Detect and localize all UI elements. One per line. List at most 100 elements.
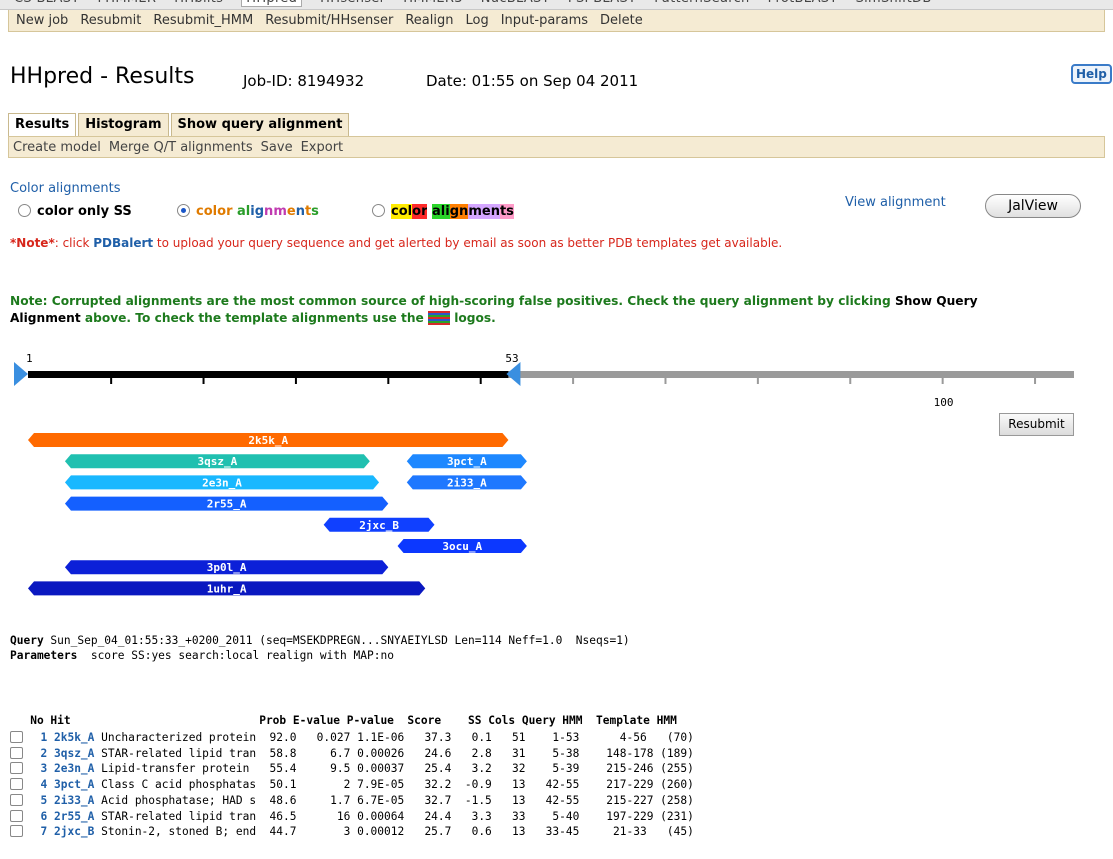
hit-details: Uncharacterized protein 92.0 0.027 1.1E-… — [94, 731, 694, 744]
color-alignments-radio[interactable] — [177, 204, 190, 217]
hit-map: 1 53 100 2k5k_A 3qsz_A 3pct_A 2e3n_A 2i33_A 2r55… — [0, 350, 1113, 634]
tab-show-query-alignment[interactable]: Show query alignment — [170, 113, 350, 136]
hit-bar[interactable]: 2r55_A — [64, 496, 389, 511]
ruler-100-label: 100 — [934, 396, 954, 409]
hit-bar-label: 1uhr_A — [207, 582, 247, 595]
table-row: 6 2r55_A STAR-related lipid tran 46.5 16… — [10, 809, 694, 824]
color-alignments-option[interactable]: color alignments — [177, 204, 319, 219]
hit-bar[interactable]: 1uhr_A — [28, 581, 426, 596]
action-create-model[interactable]: Create model — [13, 140, 101, 155]
hit-checkbox[interactable] — [10, 746, 23, 759]
hit-checkbox[interactable] — [10, 762, 23, 775]
action-merge-q-t-alignments[interactable]: Merge Q/T alignments — [109, 140, 253, 155]
template-logo-icon[interactable] — [428, 311, 451, 325]
tool-tab-hhpred[interactable]: HHpred — [241, 0, 303, 7]
hit-bar[interactable]: 2i33_A — [406, 475, 527, 490]
ruler-tick — [572, 378, 575, 384]
pdbalert-link[interactable]: PDBalert — [93, 236, 153, 250]
color-alignments-bg-text: color alignments — [391, 204, 514, 219]
ruler-start-label: 1 — [26, 352, 33, 365]
help-button[interactable]: Help — [1071, 64, 1112, 84]
hit-bar[interactable]: 3p0l_A — [64, 560, 389, 575]
menu-resubmit[interactable]: Resubmit — [80, 13, 141, 28]
parameters-line: Parameters score SS:yes search:local rea… — [10, 649, 394, 662]
hit-id-link[interactable]: 2i33_A — [54, 794, 94, 807]
resubmit-button[interactable]: Resubmit — [999, 413, 1074, 436]
hit-bar[interactable]: 3pct_A — [406, 454, 527, 469]
action-export[interactable]: Export — [301, 140, 344, 155]
hit-bar-label: 2jxc_B — [359, 519, 399, 532]
table-row: 1 2k5k_A Uncharacterized protein 92.0 0.… — [10, 730, 694, 745]
hit-checkbox[interactable] — [10, 778, 23, 791]
tool-tab-hmmer3[interactable]: HMMER3 — [403, 0, 463, 6]
ruler-tick — [202, 378, 205, 384]
jalview-button[interactable]: JalView — [985, 194, 1081, 218]
color-alignments-bg-radio[interactable] — [372, 204, 385, 217]
color-only-ss-option[interactable]: color only SS — [18, 204, 132, 219]
hit-bar-label: 2i33_A — [447, 476, 487, 489]
hit-bar[interactable]: 3qsz_A — [64, 454, 370, 469]
color-alignments-text: color alignments — [196, 204, 319, 219]
tool-tab-psi-blast[interactable]: PSI-BLAST — [568, 0, 636, 6]
menu-resubmit-hmm[interactable]: Resubmit_HMM — [153, 13, 253, 28]
ruler-tick — [664, 378, 667, 384]
hit-details: Acid phosphatase; HAD s 48.6 1.7 6.7E-05… — [94, 793, 694, 807]
tool-tab-simshiftdb[interactable]: SimShiftDB — [856, 0, 932, 6]
end-handle-icon[interactable] — [506, 362, 521, 386]
menu-input-params[interactable]: Input-params — [501, 13, 588, 28]
hit-id-link[interactable]: 2r55_A — [54, 810, 94, 823]
hit-id-link[interactable]: 2k5k_A — [54, 731, 94, 744]
tool-tab-nucblast[interactable]: NucBLAST — [481, 0, 550, 6]
table-row: 5 2i33_A Acid phosphatase; HAD s 48.6 1.… — [10, 793, 694, 808]
ruler-rest — [508, 371, 1074, 378]
hit-bar[interactable]: 2e3n_A — [64, 475, 380, 490]
tool-tab-hhsenser[interactable]: HHsenser — [320, 0, 385, 6]
tool-tab-fhmmer[interactable]: FHMMER — [98, 0, 157, 6]
tool-tab-protblast[interactable]: ProtBLAST — [768, 0, 838, 6]
hit-id-link[interactable]: 2jxc_B — [54, 825, 94, 838]
hit-checkbox[interactable] — [10, 731, 23, 743]
start-handle-icon[interactable] — [14, 362, 28, 386]
table-row: 7 2jxc_B Stonin-2, stoned B; end 44.7 3 … — [10, 824, 694, 839]
page-title: HHpred - Results — [10, 64, 195, 89]
hit-bar-label: 3p0l_A — [207, 561, 247, 574]
menu-resubmit-hhsenser[interactable]: Resubmit/HHsenser — [265, 13, 393, 28]
tool-tabs[interactable]: CS-BLAST FHMMER HHblits HHpred HHsenser HMMER… — [14, 0, 950, 7]
hit-id-link[interactable]: 2e3n_A — [54, 762, 94, 775]
hit-bar-label: 3ocu_A — [442, 540, 482, 553]
tab-results[interactable]: Results — [8, 113, 77, 136]
show-query-alignment-ref: Show Query — [894, 294, 978, 308]
hit-details: Class C acid phosphatas 50.1 2 7.9E-05 3… — [94, 778, 694, 792]
ruler-selection — [28, 371, 509, 378]
menu-log[interactable]: Log — [465, 13, 488, 28]
tool-tab-cs-blast[interactable]: CS-BLAST — [14, 0, 80, 6]
hit-bar-label: 2k5k_A — [248, 434, 288, 447]
hit-bar[interactable]: 2jxc_B — [323, 517, 435, 532]
hit-id-link[interactable]: 3qsz_A — [54, 747, 94, 760]
hit-bar[interactable]: 2k5k_A — [28, 433, 509, 447]
hit-id-link[interactable]: 3pct_A — [54, 778, 94, 791]
tool-tab-hhblits[interactable]: HHblits — [174, 0, 223, 6]
ruler-tick — [294, 378, 297, 384]
hit-bar[interactable]: 3ocu_A — [397, 539, 527, 553]
hit-checkbox[interactable] — [10, 793, 23, 806]
tab-histogram[interactable]: Histogram — [78, 113, 169, 136]
menu-new-job[interactable]: New job — [16, 13, 68, 28]
tool-tab-patternsearch[interactable]: PatternSearch — [654, 0, 749, 6]
menu-delete[interactable]: Delete — [600, 13, 643, 28]
menu-realign[interactable]: Realign — [405, 13, 453, 28]
action-save[interactable]: Save — [261, 140, 293, 155]
color-alignments-bg-option[interactable]: color alignments — [372, 204, 514, 219]
ruler-tick — [941, 378, 944, 384]
ruler-tick — [387, 378, 390, 384]
tool-nav-bar: CS-BLAST FHMMER HHblits HHpred HHsenser HMMER… — [0, 0, 1113, 10]
job-menu-bar: New job Resubmit Resubmit_HMM Resubmit/HHse… — [8, 10, 1105, 32]
ruler-end-label: 53 — [505, 352, 518, 365]
color-alignments-label: Color alignments — [10, 181, 121, 196]
view-alignment-link[interactable]: View alignment — [845, 195, 946, 210]
hit-checkbox[interactable] — [10, 825, 23, 838]
hit-checkbox[interactable] — [10, 809, 23, 822]
hits-table-header: No Hit Prob E-value P-value Score SS Col… — [10, 714, 677, 727]
ruler-tick — [849, 378, 852, 384]
color-only-ss-radio[interactable] — [18, 204, 31, 217]
